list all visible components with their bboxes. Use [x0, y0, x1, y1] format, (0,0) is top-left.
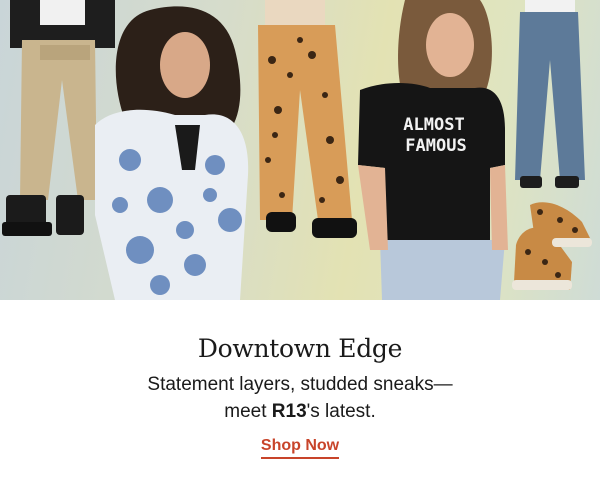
model-leopard-pants [258, 0, 357, 238]
shop-now-link[interactable]: Shop Now [260, 437, 340, 459]
model-black-tee: ALMOST FAMOUS [358, 0, 508, 300]
promo-body-line1: Statement layers, studded sneaks— [147, 374, 453, 395]
promo-body-suffix: 's latest. [306, 401, 376, 422]
promo-headline: Downtown Edge [197, 334, 403, 363]
hero-banner-image[interactable]: ALMOST FAMOUS [0, 0, 600, 300]
shirt-text-line1: ALMOST [403, 115, 464, 135]
hero-illustration: ALMOST FAMOUS [2, 0, 592, 300]
cta-container: Shop Now [0, 437, 600, 459]
model-flare-jeans [515, 0, 585, 188]
promo-brand-name: R13 [271, 401, 307, 422]
shirt-text-line2: FAMOUS [405, 136, 466, 156]
promo-body-line2: meet R13's latest. [0, 401, 600, 423]
leopard-sneakers [512, 202, 592, 290]
model-floral-shirt [95, 6, 249, 300]
promo-body-prefix: meet [224, 401, 272, 422]
